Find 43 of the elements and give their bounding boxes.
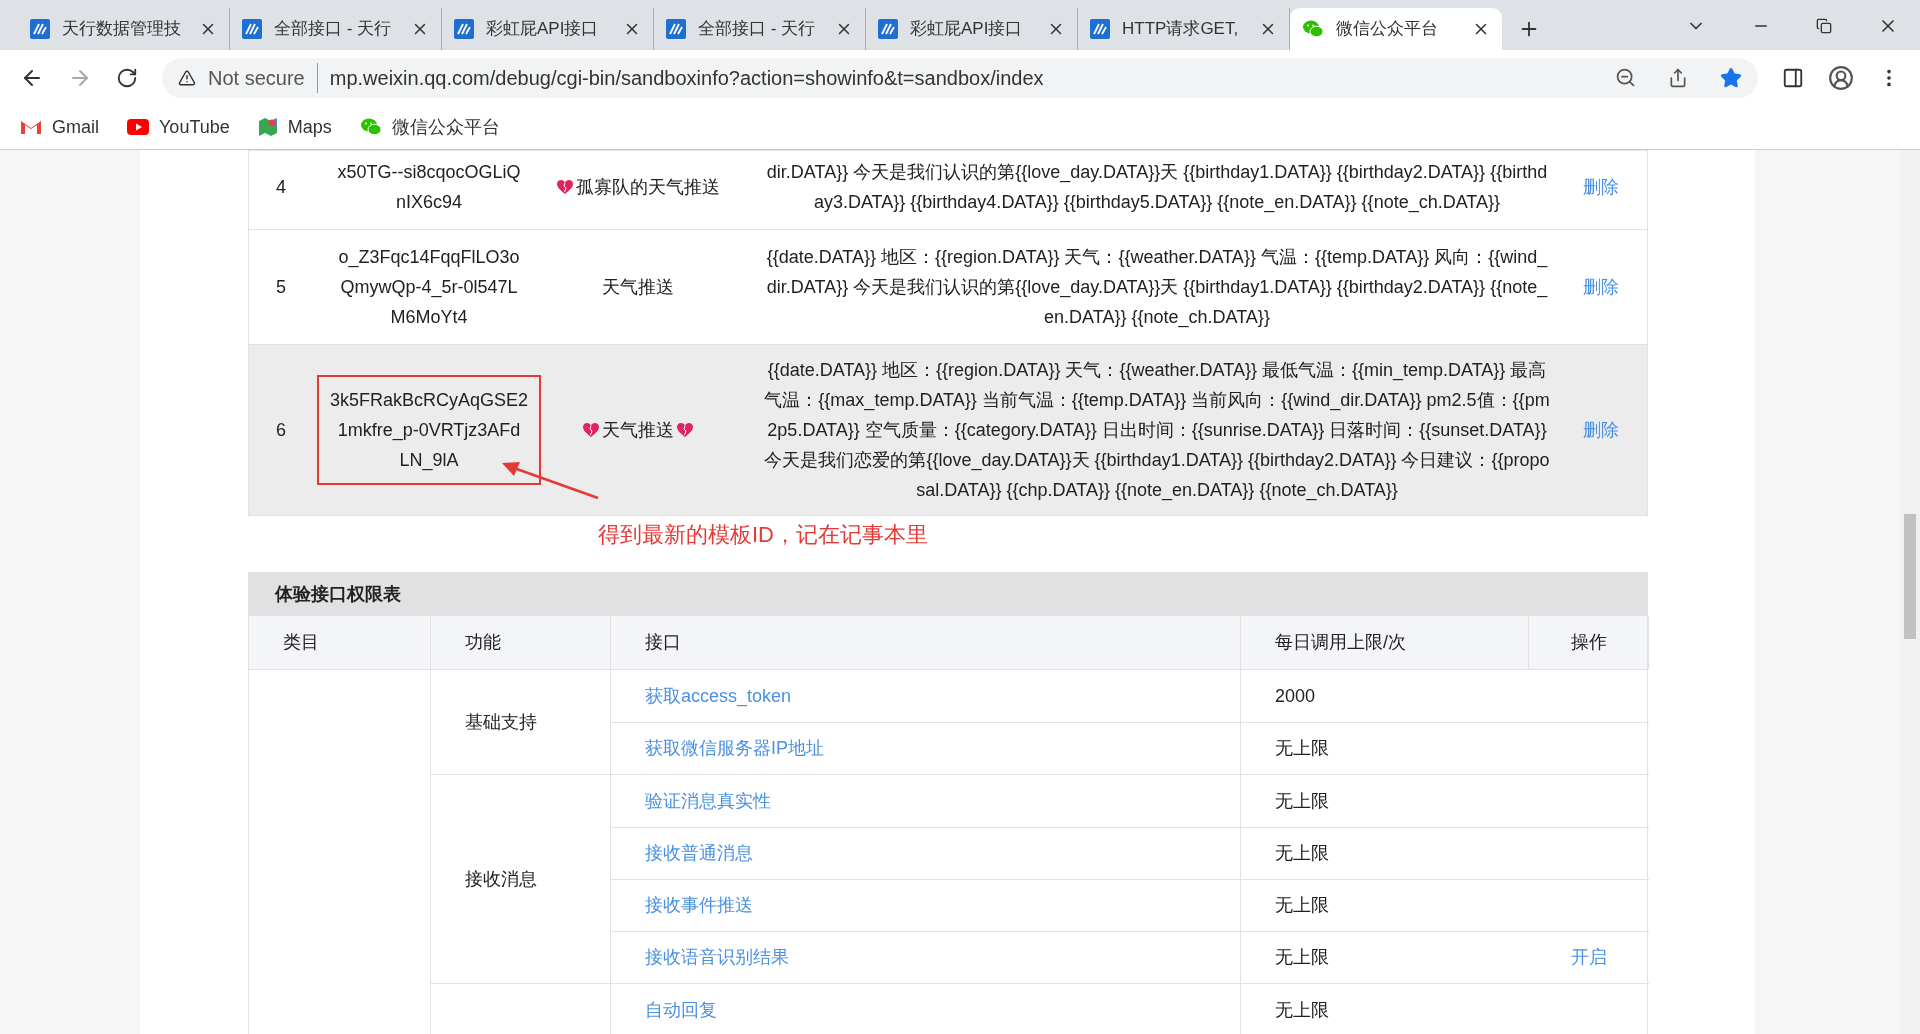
limit-cell-text: 无上限 bbox=[1275, 737, 1329, 760]
limit-cell-text: 无上限 bbox=[1275, 998, 1329, 1022]
bookmark[interactable]: 微信公众平台 bbox=[359, 113, 500, 141]
tab-title: 微信公众平台 bbox=[1336, 18, 1439, 41]
limit-cell-text: 无上限 bbox=[1275, 946, 1329, 969]
template-id: 3k5FRakBcRCyAqGSE2 1mkfre_p-0VRTjz3AFd LN_9lA bbox=[317, 375, 541, 485]
tab-title: 彩虹屁API接口 bbox=[486, 18, 600, 41]
template-content: {{date.DATA}} 地区：{{region.DATA}} 天气：{{weather.DATA}} 最低气温：{{min_temp.DATA}} 最高 气温：{{max_temp.DATA}} 当前气温：{{temp.DATA}} 当前风向：{{wind_dir.DATA}} pm2.5值：{{pm 2p5.DATA}} 空气质量：{{category.DATA}} 日出时间：{{sunrise.DATA}} 日落时间：{{sunset.DATA}} 今天是我们恋爱的第{{love_day.DATA}}天 {{birthday1.DATA}} {{birthday2.DATA}} 今日建议：{{propo sal.DATA}} {{chp.DATA}} {{note_en.DATA}} {{note_ch.DATA}} bbox=[763, 359, 1551, 503]
template-id: o_Z3Fqc14FqqFlLO3o QmywQp-4_5r-0l547L M6MoYt4 bbox=[337, 246, 521, 329]
column-header: 操作 bbox=[1529, 616, 1649, 669]
index-cell-text: 5 bbox=[275, 276, 287, 299]
template-content: dir.DATA}} 今天是我们认识的第{{love_day.DATA}}天 {{birthday1.DATA}} {{birthday2.DATA}} {{birthd ay3.DATA}} {{birthday4.DATA}} {{birthday5.DATA}} {{note_en.DATA}} {{note_ch.DATA}} bbox=[765, 161, 1549, 215]
limit-cell-text: 无上限 bbox=[1275, 789, 1329, 813]
limit-cell-text: 2000 bbox=[1275, 684, 1316, 708]
tab-title: 全部接口 - 天行 bbox=[698, 18, 817, 41]
browser-tab[interactable]: 微信公众平台 bbox=[1290, 8, 1502, 50]
column-header: 接口 bbox=[611, 616, 1241, 669]
limit-cell-text: 无上限 bbox=[1275, 894, 1329, 917]
column-header: 功能 bbox=[431, 616, 611, 669]
template-title: 孤寡队的天气推送 bbox=[576, 176, 720, 199]
address-bar[interactable]: Not secure mp.weixin.qq.com/debug/cgi-bin/sandboxinfo?action=showinfo&t=sandbox/index bbox=[162, 57, 1758, 98]
annotation-text: 得到最新的模板ID，记在记事本里 bbox=[598, 521, 928, 549]
index-cell-text: 4 bbox=[275, 176, 287, 199]
template-title: 天气推送 bbox=[602, 276, 674, 299]
tab-title: 天行数据管理技 bbox=[62, 18, 182, 41]
tab-title: HTTP请求GET, bbox=[1122, 18, 1240, 41]
column-header: 每日调用上限/次 bbox=[1241, 616, 1529, 669]
template-title: 天气推送 bbox=[602, 419, 674, 442]
limit-cell-text: 无上限 bbox=[1275, 842, 1329, 865]
section-header: 体验接口权限表 bbox=[249, 573, 1647, 615]
bookmark[interactable]: Maps bbox=[257, 113, 332, 141]
tab-title: 全部接口 - 天行 bbox=[274, 18, 393, 41]
function-cell-text: 接收消息 bbox=[465, 867, 537, 891]
template-content: {{date.DATA}} 地区：{{region.DATA}} 天气：{{weather.DATA}} 气温：{{temp.DATA}} 风向：{{wind_ dir.DATA}} 今天是我们认识的第{{love_day.DATA}}天 {{birthday1.DATA}} {{birthday2.DATA}} {{note_ en.DATA}} {{note_ch.DATA}} bbox=[765, 246, 1549, 330]
bookmark[interactable]: Gmail bbox=[20, 113, 99, 141]
template-id: x50TG--si8cqocOGLiQ nIX6c94 bbox=[336, 161, 522, 214]
url-text: mp.weixin.qq.com/debug/cgi-bin/sandboxinfo?action=showinfo&t=sandbox/index bbox=[329, 65, 1045, 91]
index-cell-text: 6 bbox=[275, 419, 287, 442]
column-header: 类目 bbox=[249, 616, 431, 669]
function-cell-text: 基础支持 bbox=[465, 710, 537, 734]
security-label: Not secure bbox=[208, 62, 318, 93]
tab-title: 彩虹屁API接口 bbox=[910, 18, 1024, 41]
bookmark[interactable]: YouTube bbox=[127, 113, 230, 141]
